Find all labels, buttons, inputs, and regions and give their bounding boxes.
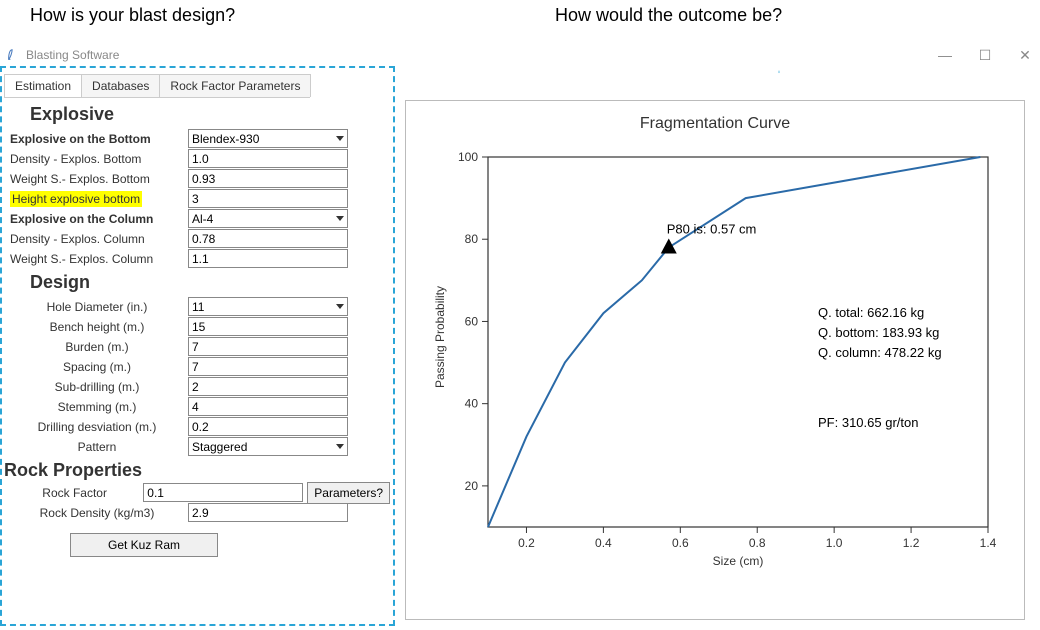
tab-strip: Estimation Databases Rock Factor Paramet… xyxy=(4,74,310,98)
input-explosive-bottom[interactable] xyxy=(188,129,348,148)
label-pattern: Pattern xyxy=(10,440,188,454)
label-deviation: Drilling desviation (m.) xyxy=(10,420,188,434)
svg-text:80: 80 xyxy=(465,232,479,246)
label-explosive-bottom: Explosive on the Bottom xyxy=(10,132,188,146)
section-rock-properties: Rock Properties xyxy=(4,460,390,481)
svg-text:0.8: 0.8 xyxy=(749,536,766,550)
annotation-q2: How would the outcome be? xyxy=(555,5,782,26)
input-rock-factor[interactable] xyxy=(143,483,303,502)
input-subdrilling[interactable] xyxy=(188,377,348,396)
tab-estimation[interactable]: Estimation xyxy=(4,74,82,97)
window-close-button[interactable]: ✕ xyxy=(1018,48,1032,62)
section-design: Design xyxy=(30,272,390,293)
svg-text:1.2: 1.2 xyxy=(903,536,920,550)
input-explosive-column[interactable] xyxy=(188,209,348,228)
chart-plot: 0.2 0.4 0.6 0.8 1.0 1.2 1.4 Size (cm) 20 40 60 80… xyxy=(468,147,1008,577)
label-weight-bottom: Weight S.- Explos. Bottom xyxy=(10,172,188,186)
tab-databases[interactable]: Databases xyxy=(81,74,160,97)
input-burden[interactable] xyxy=(188,337,348,356)
chart-series xyxy=(488,157,980,527)
q-bottom: Q. bottom: 183.93 kg xyxy=(818,325,939,340)
section-explosive: Explosive xyxy=(30,104,390,125)
chart-panel: Fragmentation Curve 0.2 0.4 0.6 0.8 1.0 1.2 1.… xyxy=(405,100,1025,620)
titlebar: Blasting Software — ☐ ✕ xyxy=(0,40,1040,70)
input-spacing[interactable] xyxy=(188,357,348,376)
pf-label: PF: 310.65 gr/ton xyxy=(818,415,918,430)
input-pattern[interactable] xyxy=(188,437,348,456)
label-density-column: Density - Explos. Column xyxy=(10,232,188,246)
input-rock-density[interactable] xyxy=(188,503,348,522)
input-stemming[interactable] xyxy=(188,397,348,416)
svg-text:0.6: 0.6 xyxy=(672,536,689,550)
x-axis-label: Size (cm) xyxy=(713,554,764,568)
svg-text:60: 60 xyxy=(465,314,479,328)
get-kuz-ram-button[interactable]: Get Kuz Ram xyxy=(70,533,218,557)
input-deviation[interactable] xyxy=(188,417,348,436)
svg-text:0.2: 0.2 xyxy=(518,536,535,550)
input-weight-column[interactable] xyxy=(188,249,348,268)
label-height-bottom: Height explosive bottom xyxy=(10,191,142,207)
window-minimize-button[interactable]: — xyxy=(938,48,952,62)
svg-text:20: 20 xyxy=(465,479,479,493)
input-weight-bottom[interactable] xyxy=(188,169,348,188)
svg-text:1.4: 1.4 xyxy=(980,536,997,550)
svg-text:40: 40 xyxy=(465,397,479,411)
y-axis-label: Passing Probability xyxy=(433,286,447,388)
svg-text:0.4: 0.4 xyxy=(595,536,612,550)
label-bench-height: Bench height (m.) xyxy=(10,320,188,334)
p80-label: P80 is: 0.57 cm xyxy=(667,221,757,236)
window-maximize-button[interactable]: ☐ xyxy=(978,48,992,62)
label-burden: Burden (m.) xyxy=(10,340,188,354)
q-total: Q. total: 662.16 kg xyxy=(818,305,924,320)
label-explosive-column: Explosive on the Column xyxy=(10,212,188,226)
y-axis: 20 40 60 80 100 Passing Probability xyxy=(433,150,488,493)
tab-rock-factor-parameters[interactable]: Rock Factor Parameters xyxy=(159,74,311,97)
window-title: Blasting Software xyxy=(26,48,119,62)
x-axis: 0.2 0.4 0.6 0.8 1.0 1.2 1.4 Size (cm) xyxy=(518,527,997,568)
label-hole-diameter: Hole Diameter (in.) xyxy=(10,300,188,314)
app-icon xyxy=(6,48,20,62)
label-rock-density: Rock Density (kg/m3) xyxy=(10,506,188,520)
estimation-form: Explosive Explosive on the Bottom Densit… xyxy=(10,100,390,557)
input-bench-height[interactable] xyxy=(188,317,348,336)
svg-text:1.0: 1.0 xyxy=(826,536,843,550)
input-hole-diameter[interactable] xyxy=(188,297,348,316)
input-density-column[interactable] xyxy=(188,229,348,248)
p80-marker xyxy=(661,238,677,253)
label-subdrilling: Sub-drilling (m.) xyxy=(10,380,188,394)
label-weight-column: Weight S.- Explos. Column xyxy=(10,252,188,266)
label-density-bottom: Density - Explos. Bottom xyxy=(10,152,188,166)
input-height-bottom[interactable] xyxy=(188,189,348,208)
q-column: Q. column: 478.22 kg xyxy=(818,345,942,360)
label-stemming: Stemming (m.) xyxy=(10,400,188,414)
annotation-q1: How is your blast design? xyxy=(30,5,235,26)
label-spacing: Spacing (m.) xyxy=(10,360,188,374)
input-density-bottom[interactable] xyxy=(188,149,348,168)
label-rock-factor: Rock Factor xyxy=(10,486,143,500)
svg-text:100: 100 xyxy=(458,150,478,164)
parameters-button[interactable]: Parameters? xyxy=(307,482,390,504)
chart-title: Fragmentation Curve xyxy=(406,115,1024,133)
